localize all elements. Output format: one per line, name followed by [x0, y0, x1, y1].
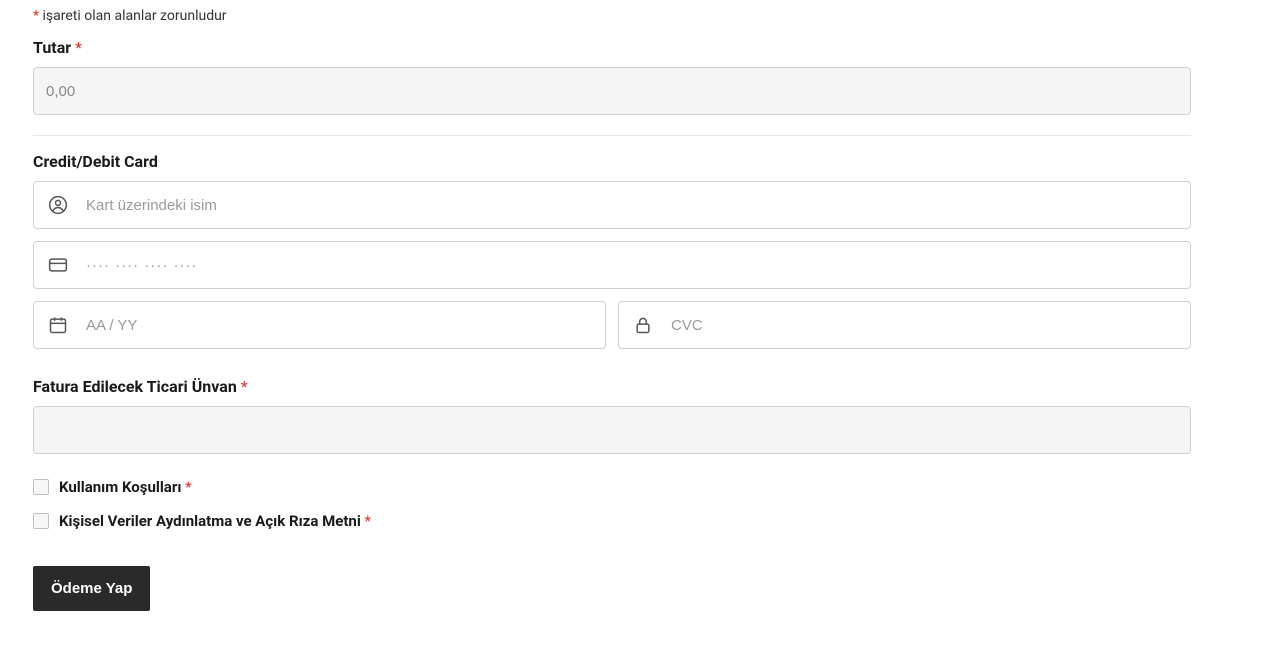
amount-input[interactable] [33, 67, 1191, 115]
card-expiry-wrapper [33, 301, 606, 349]
lock-icon [633, 315, 653, 335]
card-name-wrapper [33, 181, 1191, 229]
billing-section: Fatura Edilecek Ticari Ünvan * [33, 377, 1191, 454]
privacy-label: Kişisel Veriler Aydınlatma ve Açık Rıza … [59, 512, 371, 530]
card-expiry-input[interactable] [86, 302, 591, 348]
privacy-checkbox-row: Kişisel Veriler Aydınlatma ve Açık Rıza … [33, 512, 1191, 530]
privacy-checkbox[interactable] [33, 513, 49, 529]
terms-label: Kullanım Koşulları * [59, 478, 192, 496]
card-name-input[interactable] [86, 182, 1176, 228]
required-marker: * [185, 478, 191, 496]
required-marker: * [241, 377, 248, 396]
card-section-label: Credit/Debit Card [33, 152, 1191, 171]
person-icon [48, 195, 68, 215]
required-note-text: işareti olan alanlar zorunludur [39, 8, 227, 24]
card-cvc-input[interactable] [671, 302, 1176, 348]
calendar-icon [48, 315, 68, 335]
card-number-wrapper [33, 241, 1191, 289]
amount-section: Tutar * [33, 38, 1191, 115]
card-number-input[interactable] [86, 242, 1176, 288]
terms-checkbox-row: Kullanım Koşulları * [33, 478, 1191, 496]
required-marker: * [75, 38, 82, 57]
terms-label-text: Kullanım Koşulları [59, 478, 185, 496]
terms-checkbox[interactable] [33, 479, 49, 495]
amount-label-text: Tutar [33, 38, 75, 57]
card-section: Credit/Debit Card [33, 152, 1191, 349]
privacy-label-text: Kişisel Veriler Aydınlatma ve Açık Rıza … [59, 512, 365, 530]
amount-label: Tutar * [33, 38, 1191, 57]
billing-input[interactable] [33, 406, 1191, 454]
billing-label: Fatura Edilecek Ticari Ünvan * [33, 377, 1191, 396]
required-fields-note: * işareti olan alanlar zorunludur [33, 8, 1191, 24]
card-expiry-cvc-row [33, 301, 1191, 349]
divider [33, 135, 1191, 136]
payment-form: * işareti olan alanlar zorunludur Tutar … [33, 8, 1191, 611]
billing-label-text: Fatura Edilecek Ticari Ünvan [33, 377, 241, 396]
card-icon [48, 255, 68, 275]
required-marker: * [365, 512, 371, 530]
card-group [33, 181, 1191, 349]
submit-button[interactable]: Ödeme Yap [33, 566, 150, 611]
card-cvc-wrapper [618, 301, 1191, 349]
